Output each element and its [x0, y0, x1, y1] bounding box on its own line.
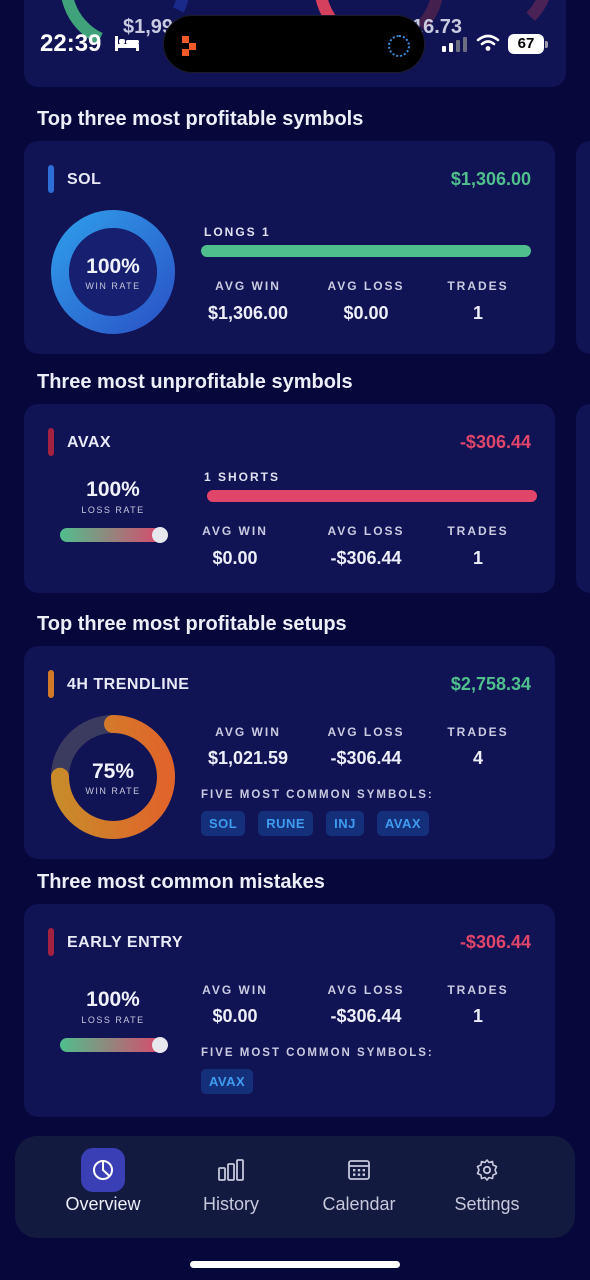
wifi-icon — [476, 34, 500, 51]
trades-value: 1 — [472, 548, 483, 568]
tab-label: Overview — [65, 1194, 141, 1214]
loss-rate-block: 100% LOSS RATE — [58, 988, 168, 1025]
avg-win-value: $1,306.00 — [207, 303, 289, 323]
bar-chart-icon — [209, 1148, 253, 1192]
status-time: 22:39 — [40, 30, 102, 57]
tab-settings[interactable]: Settings — [427, 1136, 547, 1238]
avg-win-value: $0.00 — [212, 548, 258, 568]
mistake-pnl: -$306.44 — [459, 932, 531, 952]
setup-card-4h-trendline[interactable]: 4H TRENDLINE $2,758.34 75% WIN RATE AVG … — [24, 646, 555, 859]
section-title-unprofitable-symbols: Three most unprofitable symbols — [37, 371, 353, 393]
symbol-card-sol[interactable]: SOL $1,306.00 100% WIN RATE LONGS 1 AVG … — [24, 141, 555, 354]
avg-win-label: AVG WIN — [215, 725, 281, 739]
avg-win-value: $0.00 — [212, 1006, 258, 1026]
common-symbols-label: FIVE MOST COMMON SYMBOLS: — [201, 789, 434, 801]
dynamic-island — [163, 15, 425, 73]
avg-loss-label: AVG LOSS — [327, 524, 405, 538]
avg-loss-label: AVG LOSS — [327, 983, 405, 997]
trades-value: 1 — [472, 1006, 483, 1026]
avg-loss-label: AVG LOSS — [327, 725, 405, 739]
win-rate-value: 75% — [91, 760, 135, 783]
win-rate-value: 100% — [86, 255, 140, 278]
avg-loss-value: -$306.44 — [330, 1006, 402, 1026]
mistake-name: EARLY ENTRY — [67, 934, 184, 951]
common-symbols-chips: SOL RUNE INJ AVAX — [201, 811, 430, 836]
shorts-bar — [207, 490, 537, 502]
avg-loss-value: $0.00 — [343, 303, 389, 323]
avg-loss-label: AVG LOSS — [327, 279, 405, 293]
mistake-color-tag — [48, 928, 54, 956]
trades-label: TRADES — [447, 524, 509, 538]
loss-rate-value: 100% — [86, 988, 140, 1011]
trades-label: TRADES — [447, 725, 509, 739]
trades-label: TRADES — [447, 279, 509, 293]
avg-win-value: $1,021.59 — [207, 748, 289, 768]
trades-value: 4 — [472, 748, 483, 768]
common-symbols-chips: AVAX — [201, 1069, 254, 1094]
setup-pnl: $2,758.34 — [450, 674, 531, 694]
loss-rate-value: 100% — [86, 478, 140, 501]
avg-loss-value: -$306.44 — [330, 748, 402, 768]
symbol-pnl: $1,306.00 — [450, 169, 531, 189]
loss-rate-label: LOSS RATE — [81, 1015, 145, 1025]
symbol-color-tag — [48, 428, 54, 456]
symbol-name: SOL — [67, 171, 102, 188]
tab-calendar[interactable]: Calendar — [299, 1136, 419, 1238]
section-title-profitable-setups: Top three most profitable setups — [37, 613, 347, 635]
tab-overview[interactable]: Overview — [43, 1136, 163, 1238]
tab-label: Calendar — [322, 1194, 396, 1214]
trades-label: TRADES — [447, 983, 509, 997]
next-card-peek[interactable] — [576, 141, 590, 354]
avg-win-label: AVG WIN — [215, 279, 281, 293]
symbol-chip[interactable]: SOL — [201, 811, 246, 836]
longs-bar — [201, 245, 531, 257]
symbol-card-avax[interactable]: AVAX -$306.44 100% LOSS RATE 1 SHORTS AV… — [24, 404, 555, 593]
win-rate-ring: 100% WIN RATE — [50, 209, 176, 335]
win-rate-ring: 75% WIN RATE — [50, 714, 176, 840]
activity-ring-icon — [388, 35, 410, 57]
common-symbols-label: FIVE MOST COMMON SYMBOLS: — [201, 1047, 434, 1059]
win-rate-label: WIN RATE — [85, 786, 141, 796]
gear-icon — [465, 1148, 509, 1192]
symbol-chip[interactable]: AVAX — [376, 811, 430, 836]
symbol-chip[interactable]: INJ — [326, 811, 364, 836]
battery-indicator: 67 — [508, 34, 548, 54]
loss-rate-knob — [152, 1037, 168, 1053]
app-activity-icon — [182, 36, 196, 56]
home-indicator — [190, 1261, 400, 1268]
cellular-signal-icon — [442, 36, 467, 52]
next-card-peek[interactable] — [576, 404, 590, 593]
symbol-color-tag — [48, 165, 54, 193]
section-title-profitable-symbols: Top three most profitable symbols — [37, 108, 364, 130]
loss-rate-bar — [60, 527, 168, 543]
bottom-tab-bar: Overview History Calendar Settings — [15, 1136, 575, 1238]
section-title-common-mistakes: Three most common mistakes — [37, 871, 325, 893]
loss-rate-block: 100% LOSS RATE — [58, 478, 168, 515]
tab-label: Settings — [454, 1194, 520, 1214]
loss-rate-label: LOSS RATE — [81, 505, 145, 515]
setup-name: 4H TRENDLINE — [67, 676, 190, 693]
win-rate-label: WIN RATE — [85, 281, 141, 291]
symbol-chip[interactable]: AVAX — [201, 1069, 254, 1094]
longs-label: LONGS 1 — [204, 225, 271, 239]
calendar-icon — [337, 1148, 381, 1192]
pie-chart-icon — [81, 1148, 125, 1192]
avg-loss-value: -$306.44 — [330, 548, 402, 568]
avg-win-label: AVG WIN — [202, 983, 268, 997]
mistake-card-early-entry[interactable]: EARLY ENTRY -$306.44 100% LOSS RATE AVG … — [24, 904, 555, 1117]
symbol-name: AVAX — [67, 434, 112, 451]
avg-win-label: AVG WIN — [202, 524, 268, 538]
sleep-bed-icon — [115, 36, 139, 51]
loss-rate-bar — [60, 1037, 168, 1053]
symbol-chip[interactable]: RUNE — [258, 811, 314, 836]
loss-rate-knob — [152, 527, 168, 543]
tab-label: History — [202, 1194, 259, 1214]
trades-value: 1 — [472, 303, 483, 323]
tab-history[interactable]: History — [171, 1136, 291, 1238]
symbol-pnl: -$306.44 — [459, 432, 531, 452]
shorts-label: 1 SHORTS — [204, 470, 281, 484]
setup-color-tag — [48, 670, 54, 698]
